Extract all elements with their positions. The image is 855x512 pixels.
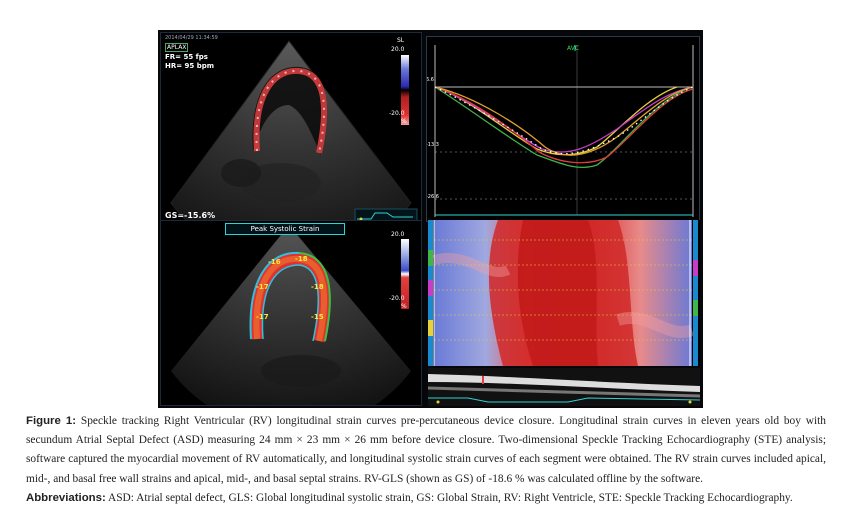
- scale-min-2: -20.0: [389, 295, 405, 302]
- segment-value-2: -18: [295, 255, 308, 263]
- strain-color-map: [428, 220, 700, 366]
- segment-value-5: -17: [256, 313, 269, 321]
- curve-orange: [434, 86, 694, 156]
- scale-label: SL: [397, 37, 405, 44]
- abbreviations-label: Abbreviations:: [26, 491, 106, 504]
- abbreviations-text: ASD: Atrial septal defect, GLS: Global l…: [107, 491, 793, 504]
- curve-dotted: [434, 86, 694, 155]
- curve-magenta: [434, 86, 694, 153]
- caption-text: Speckle tracking Right Ventricular (RV) …: [26, 415, 826, 485]
- segment-value-4: -18: [311, 283, 324, 291]
- frame-rate: FR= 55 fps: [165, 53, 208, 61]
- view-label: APLAX: [165, 43, 189, 52]
- peak-systolic-title: Peak Systolic Strain: [225, 223, 345, 235]
- heart-rate: HR= 95 bpm: [165, 62, 215, 70]
- parametric-map-image: [428, 220, 698, 366]
- scale-max-2: 20.0: [391, 231, 405, 238]
- scale-unit: %: [401, 118, 407, 125]
- peak-strain-panel: Peak Systolic Strain 20.0 -20.0 % -16 -1…: [160, 220, 422, 406]
- strain-curves-panel: AVC 6.6 -13.3 -26.6: [426, 36, 700, 222]
- segment-value-1: -16: [268, 258, 281, 266]
- avc-label: AVC: [567, 45, 580, 52]
- echo-2d-panel: 2014/04/29 11:34:59 APLAX FR= 55 fps HR=…: [160, 32, 422, 248]
- scale-min: -20.0: [389, 110, 405, 117]
- segment-value-3: -17: [256, 283, 269, 291]
- scale-unit-2: %: [401, 303, 407, 310]
- timestamp: 2014/04/29 11:34:59: [165, 35, 218, 41]
- segment-value-6: -15: [311, 313, 324, 321]
- m-mode-strip: [428, 368, 700, 406]
- global-strain-value: GS=-15.6%: [165, 211, 216, 220]
- segment-strain-image: [171, 225, 411, 405]
- tick-top: 6.6: [426, 77, 434, 83]
- strain-curves-plot: [434, 45, 695, 217]
- tick-bottom: -26.6: [426, 194, 439, 200]
- m-mode-image: [428, 368, 700, 406]
- echo-figure: 2014/04/29 11:34:59 APLAX FR= 55 fps HR=…: [158, 30, 703, 408]
- tick-mid: -13.3: [426, 142, 439, 148]
- scale-max: 20.0: [391, 46, 405, 53]
- figure-caption: Figure 1: Speckle tracking Right Ventric…: [26, 412, 826, 508]
- caption-label: Figure 1:: [26, 415, 77, 427]
